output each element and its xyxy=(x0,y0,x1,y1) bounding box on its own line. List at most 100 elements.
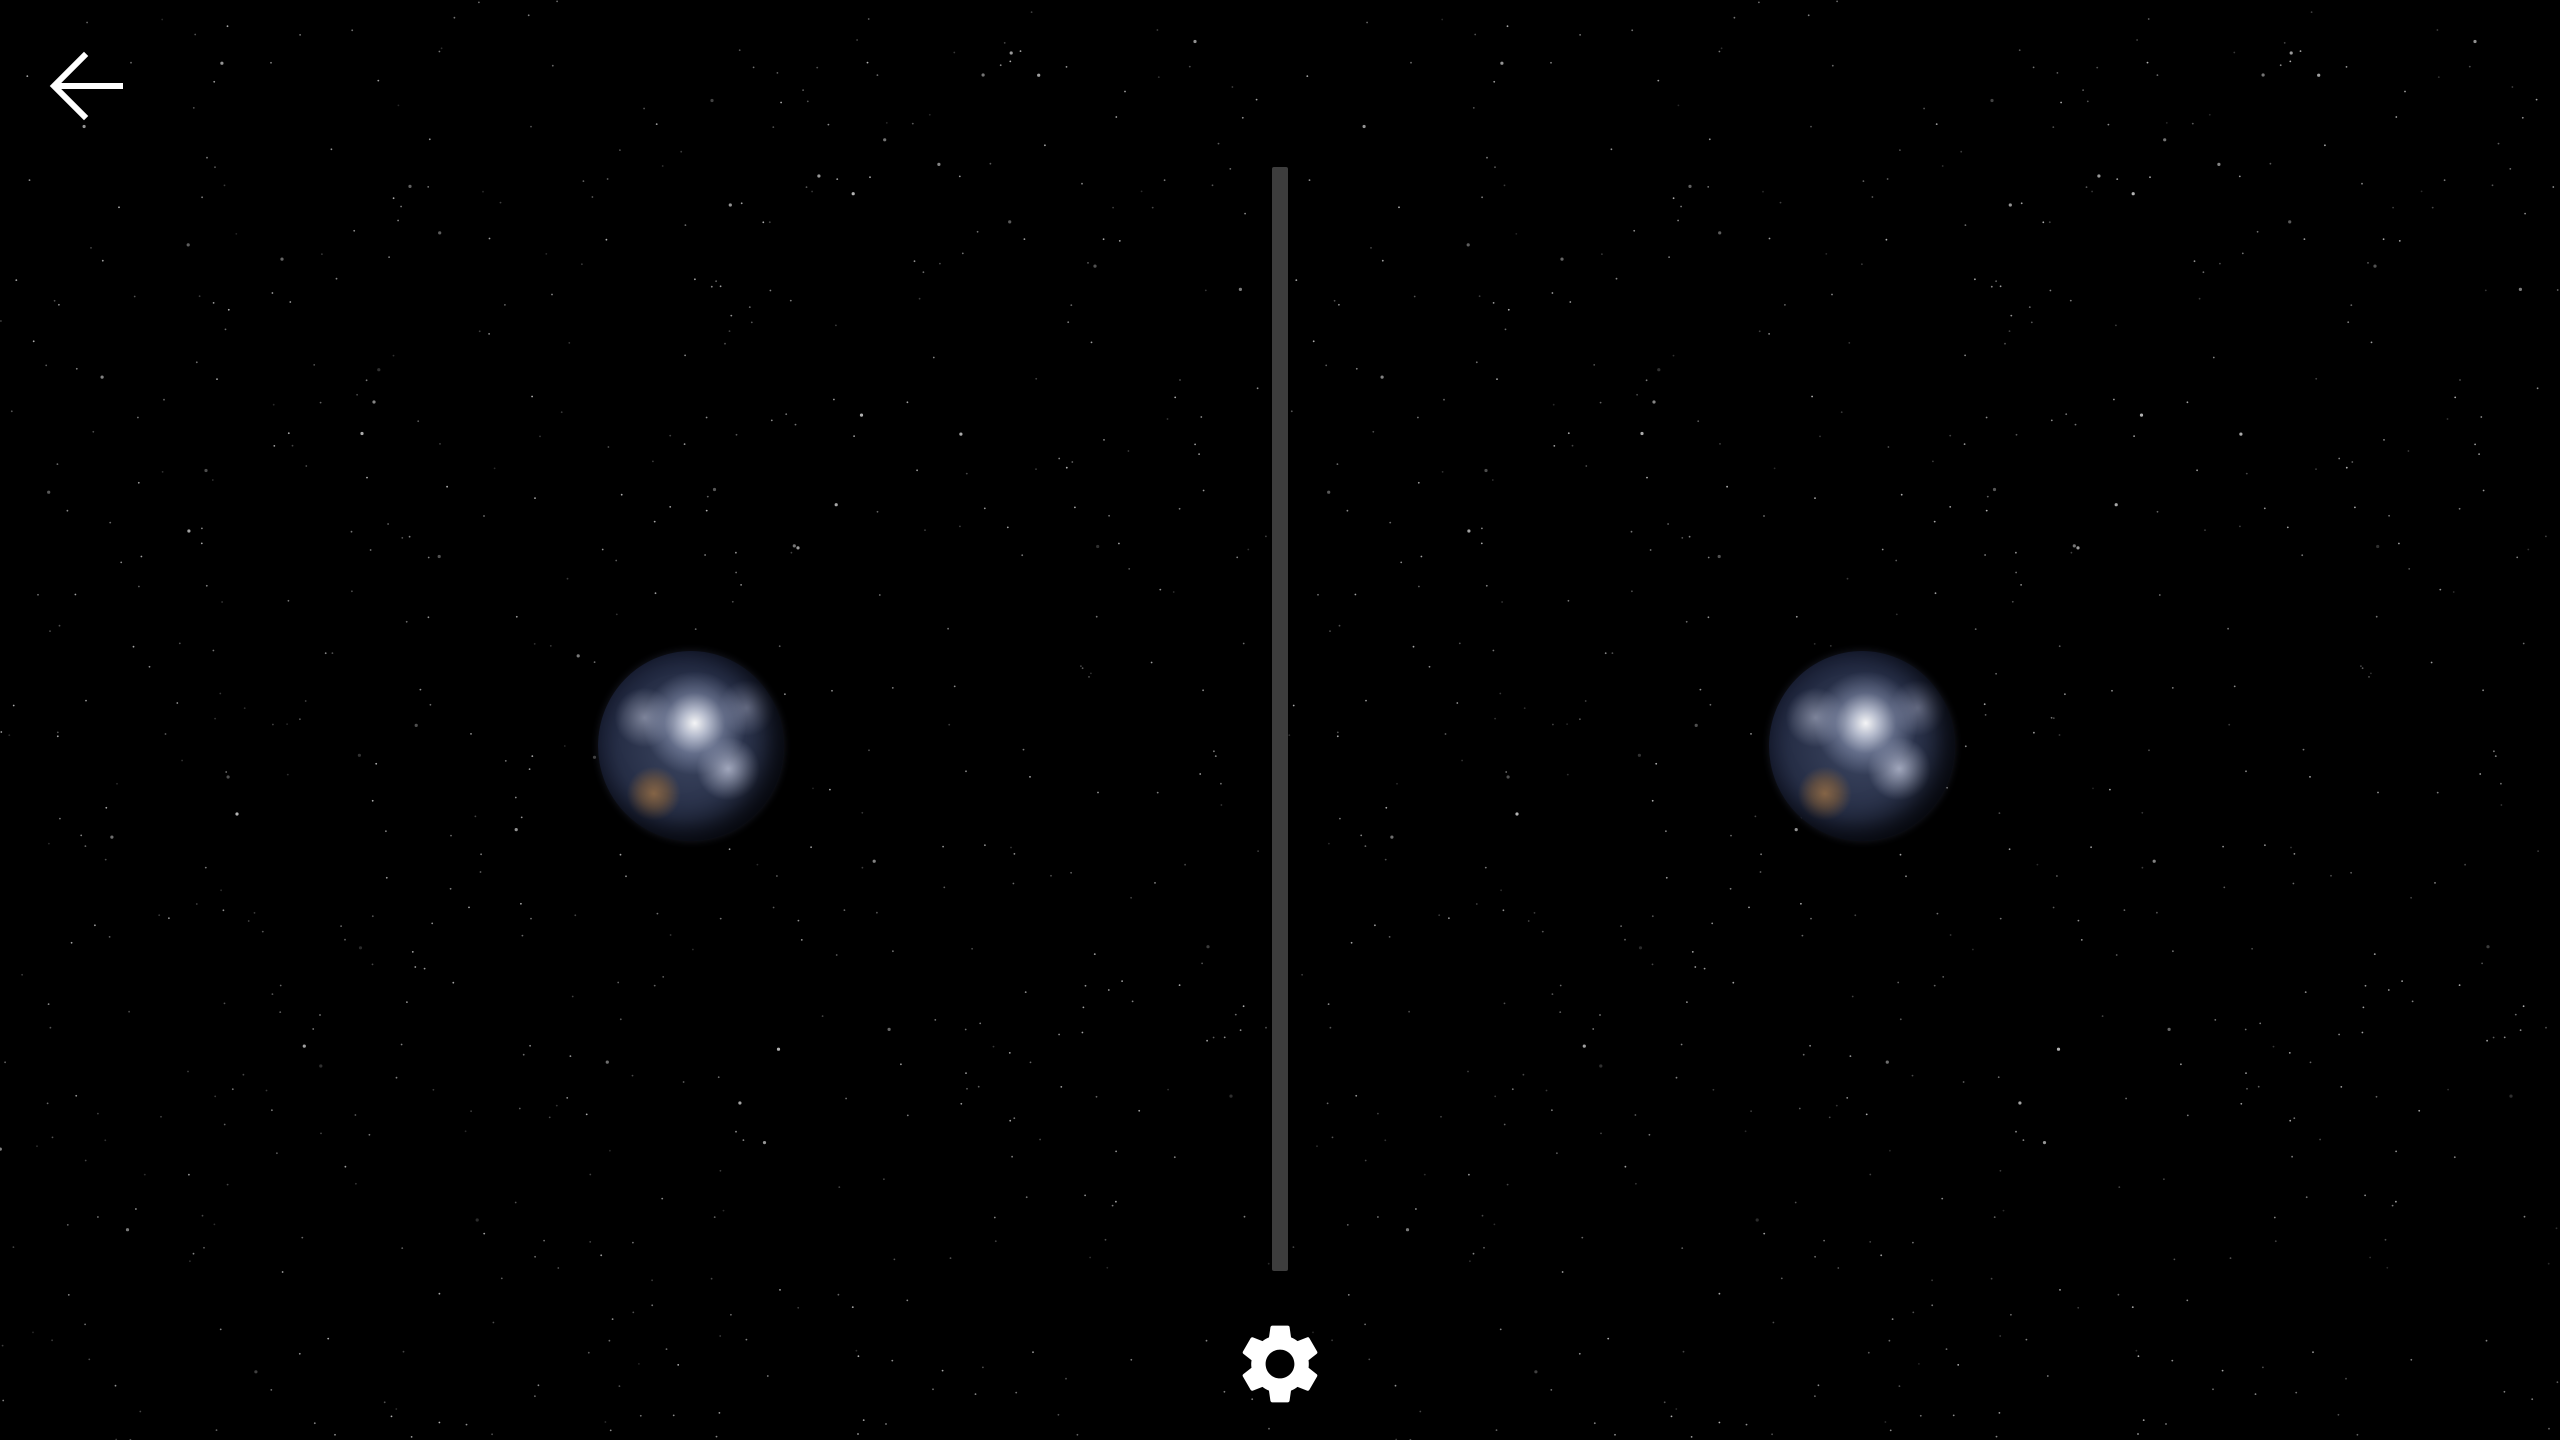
star xyxy=(161,471,164,473)
star xyxy=(279,1011,282,1013)
star xyxy=(893,1258,896,1261)
star xyxy=(301,1236,304,1239)
star xyxy=(719,1335,722,1337)
star xyxy=(2503,1036,2506,1039)
star xyxy=(1295,279,1298,281)
star xyxy=(1478,295,1481,298)
star xyxy=(1891,1318,1894,1320)
star xyxy=(2361,182,2363,185)
star xyxy=(684,224,687,227)
star xyxy=(812,787,814,790)
star xyxy=(388,256,390,258)
star xyxy=(1492,302,1495,304)
star xyxy=(1417,416,1419,419)
star xyxy=(592,755,597,759)
star xyxy=(2485,1339,2488,1342)
star xyxy=(1889,1429,1892,1432)
star xyxy=(1370,247,1372,249)
star xyxy=(1350,941,1353,944)
star xyxy=(718,1412,721,1414)
star xyxy=(2239,525,2241,528)
star xyxy=(138,585,140,588)
star xyxy=(66,509,69,512)
star xyxy=(2500,782,2502,785)
star xyxy=(981,73,985,77)
star xyxy=(70,941,73,944)
star xyxy=(1610,148,1613,151)
star xyxy=(1972,948,1974,951)
star xyxy=(1178,984,1181,986)
star xyxy=(2116,178,2119,181)
star xyxy=(8,734,11,737)
star xyxy=(789,299,792,302)
star xyxy=(2015,571,2017,574)
star xyxy=(2123,909,2126,911)
star xyxy=(1523,707,1526,710)
star xyxy=(1582,1044,1586,1048)
star xyxy=(2239,432,2243,436)
star xyxy=(2018,49,2021,52)
star xyxy=(281,1271,284,1273)
star xyxy=(2537,850,2539,852)
star xyxy=(2214,1019,2217,1021)
star xyxy=(1942,976,1945,978)
star xyxy=(942,845,944,848)
back-button[interactable] xyxy=(36,36,136,136)
star xyxy=(32,1331,34,1334)
star xyxy=(530,917,532,920)
star xyxy=(560,411,563,414)
settings-button[interactable] xyxy=(1222,1306,1338,1422)
star xyxy=(1933,984,1936,987)
star xyxy=(368,1133,371,1136)
star xyxy=(1620,925,1622,927)
star xyxy=(2142,1419,2145,1421)
star xyxy=(953,685,956,688)
star xyxy=(1846,577,1849,580)
star xyxy=(1118,240,1121,242)
star xyxy=(625,875,627,878)
star xyxy=(2202,271,2205,274)
star xyxy=(631,1074,634,1077)
star xyxy=(226,775,230,779)
star xyxy=(1762,190,1764,193)
star xyxy=(869,176,871,179)
star xyxy=(1999,1169,2002,1172)
star xyxy=(2410,1358,2413,1361)
star xyxy=(1377,1216,1379,1218)
star xyxy=(187,529,191,533)
star xyxy=(1096,544,1100,549)
star xyxy=(2241,252,2244,255)
star xyxy=(220,889,223,892)
star xyxy=(1686,1001,1688,1003)
star xyxy=(838,1186,841,1188)
star xyxy=(2052,717,2055,719)
star xyxy=(977,1085,980,1088)
star xyxy=(2535,98,2538,101)
star xyxy=(188,1173,190,1176)
star xyxy=(2545,1026,2547,1029)
star xyxy=(719,285,722,288)
star xyxy=(2141,811,2144,814)
star xyxy=(769,289,772,292)
star xyxy=(574,914,577,917)
star xyxy=(1438,914,1441,917)
star xyxy=(158,914,161,917)
star xyxy=(1712,1088,1715,1091)
star xyxy=(1494,717,1496,720)
star xyxy=(1080,665,1082,667)
star xyxy=(1021,554,1024,557)
star xyxy=(2500,804,2503,806)
star xyxy=(1084,984,1087,987)
star xyxy=(2292,882,2295,885)
star xyxy=(1899,1018,1902,1021)
star xyxy=(1813,643,1816,645)
star xyxy=(272,403,275,406)
star xyxy=(1998,1412,2001,1414)
star xyxy=(438,50,441,53)
star xyxy=(353,229,356,232)
star xyxy=(1500,61,1504,65)
star xyxy=(1009,60,1012,63)
star xyxy=(615,613,618,616)
star xyxy=(1881,548,1884,551)
star xyxy=(1675,1408,1678,1410)
